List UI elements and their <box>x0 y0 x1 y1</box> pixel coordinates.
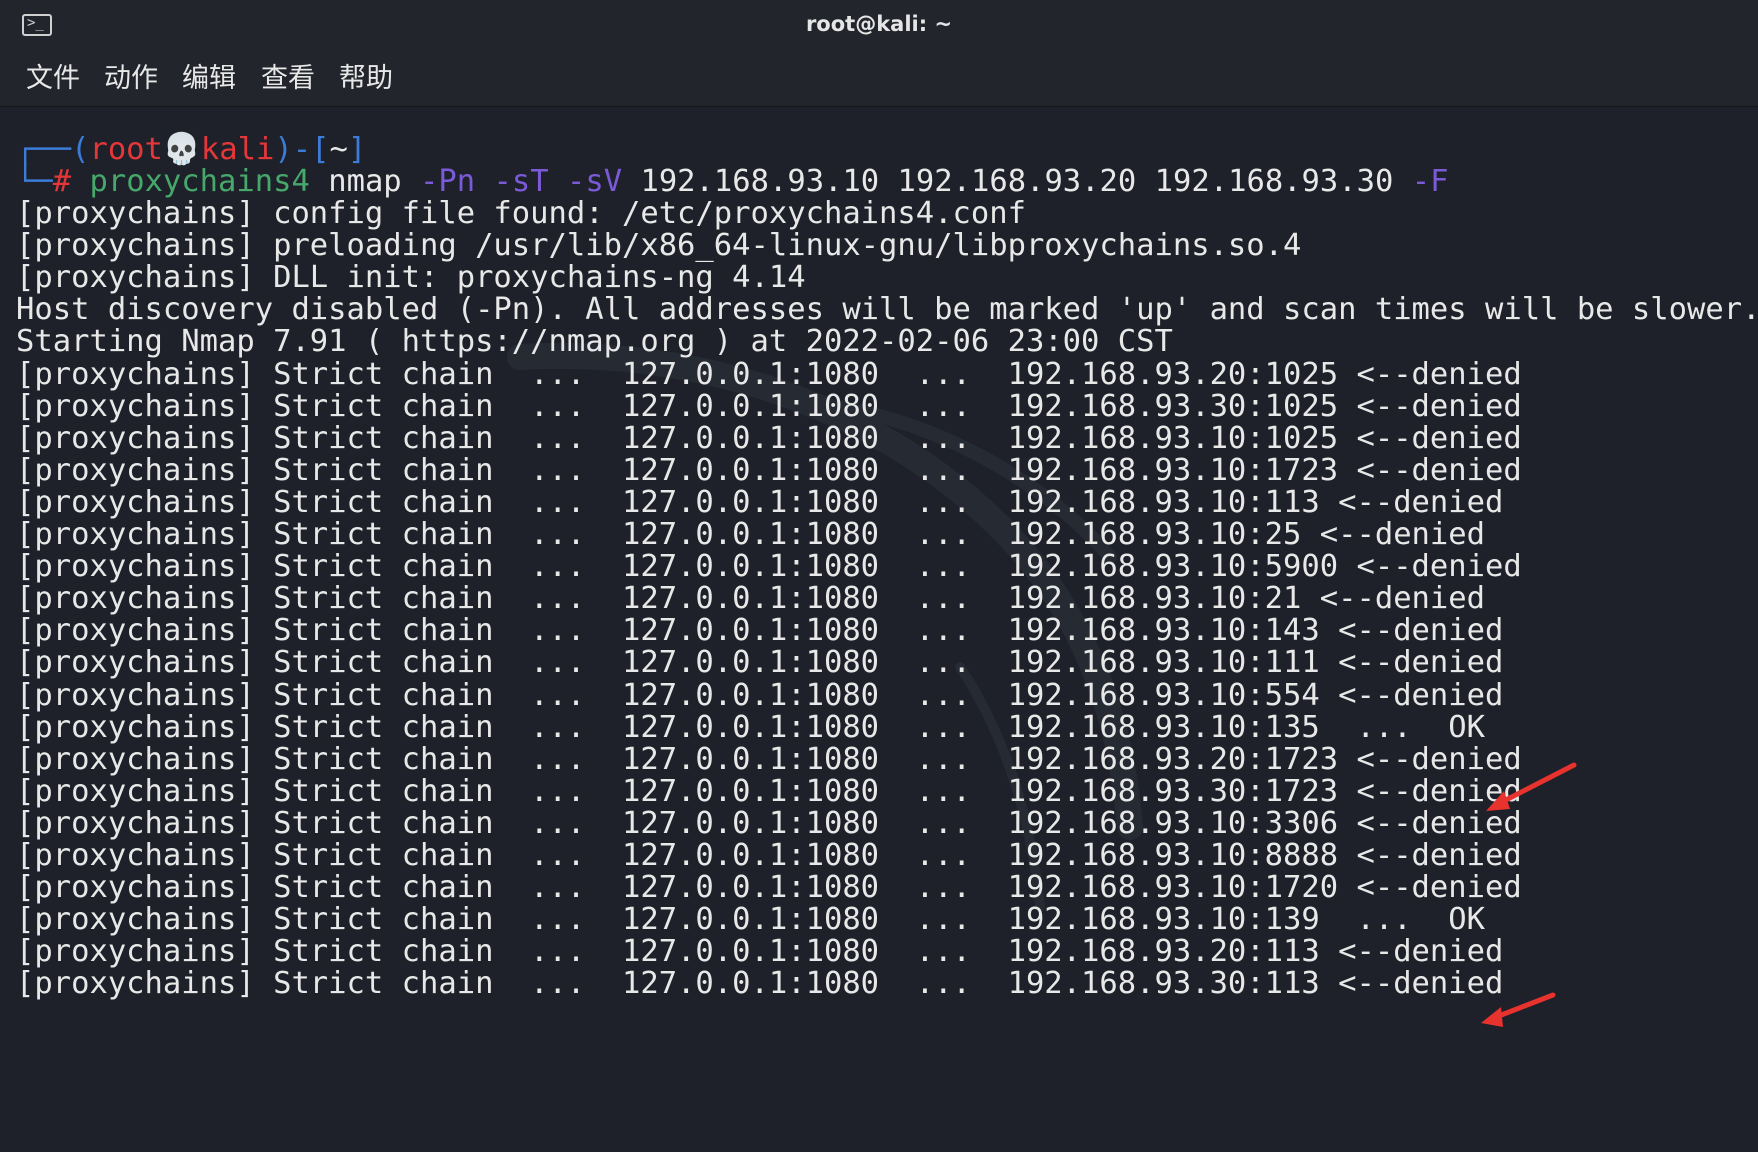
prompt-line-1: ┌──(root💀kali)-[~] <box>16 132 366 168</box>
prompt-line-2: └─# proxychains4 nmap -Pn -sT -sV 192.16… <box>16 164 1448 200</box>
output-line: [proxychains] Strict chain ... 127.0.0.1… <box>16 838 1522 873</box>
prompt-path-close: ] <box>347 132 367 167</box>
prompt-path: ~ <box>329 132 348 167</box>
output-line: [proxychains] Strict chain ... 127.0.0.1… <box>16 388 1522 424</box>
output-line: [proxychains] Strict chain ... 127.0.0.1… <box>16 934 1504 970</box>
command-target: 192.168.93.30 <box>1154 164 1394 199</box>
prompt-hash: # <box>52 164 72 199</box>
window-title: root@kali: ~ <box>805 12 953 36</box>
terminal-output-area[interactable]: ┌──(root💀kali)-[~] └─# proxychains4 nmap… <box>0 107 1758 1152</box>
output-line: [proxychains] Strict chain ... 127.0.0.1… <box>16 549 1522 585</box>
prompt-box-top: ┌──( <box>16 132 90 167</box>
prompt-user: root <box>89 132 163 167</box>
command-program: nmap <box>328 164 402 199</box>
output-line: [proxychains] Strict chain ... 127.0.0.1… <box>16 356 1522 392</box>
output-line: [proxychains] Strict chain ... 127.0.0.1… <box>16 870 1522 906</box>
title-bar[interactable]: >_ root@kali: ~ <box>0 0 1758 52</box>
prompt-path-open: )-[ <box>274 132 330 167</box>
output-line: [proxychains] Strict chain ... 127.0.0.1… <box>16 517 1486 552</box>
output-line: [proxychains] Strict chain ... 127.0.0.1… <box>16 902 1486 938</box>
command-arguments: -Pn -sT -sV 192.168.93.10 192.168.93.20 … <box>402 164 1449 199</box>
output-line: [proxychains] Strict chain ... 127.0.0.1… <box>16 613 1504 649</box>
output-line: Starting Nmap 7.91 ( https://nmap.org ) … <box>16 324 1173 360</box>
output-line: [proxychains] Strict chain ... 127.0.0.1… <box>16 805 1522 841</box>
output-line: [proxychains] config file found: /etc/pr… <box>16 196 1026 231</box>
menu-help[interactable]: 帮助 <box>337 60 395 98</box>
command-name: proxychains4 <box>89 164 310 199</box>
prompt-box-bottom: └─ <box>16 164 53 199</box>
output-line: Host discovery disabled (-Pn). All addre… <box>16 292 1758 328</box>
output-line: [proxychains] Strict chain ... 127.0.0.1… <box>16 452 1522 488</box>
output-line: [proxychains] preloading /usr/lib/x86_64… <box>16 228 1302 264</box>
output-line: [proxychains] Strict chain ... 127.0.0.1… <box>16 581 1486 617</box>
output-line: [proxychains] Strict chain ... 127.0.0.1… <box>16 773 1522 809</box>
output-line: [proxychains] Strict chain ... 127.0.0.1… <box>16 484 1504 520</box>
output-line: [proxychains] DLL init: proxychains-ng 4… <box>16 260 806 296</box>
menu-view[interactable]: 查看 <box>259 60 317 98</box>
terminal-window: >_ root@kali: ~ 文件 动作 编辑 查看 帮助 ┌──(root💀… <box>0 0 1758 1152</box>
output-line: [proxychains] Strict chain ... 127.0.0.1… <box>16 741 1522 777</box>
command-target: 192.168.93.10 <box>640 164 880 199</box>
menu-actions[interactable]: 动作 <box>102 60 160 98</box>
command-flag: -sT <box>493 164 549 199</box>
command-flag: -Pn <box>420 164 476 199</box>
output-line: [proxychains] Strict chain ... 127.0.0.1… <box>16 709 1486 745</box>
output-line: [proxychains] Strict chain ... 127.0.0.1… <box>16 645 1504 681</box>
menu-bar: 文件 动作 编辑 查看 帮助 <box>0 52 1758 107</box>
skull-icon: 💀 <box>162 132 201 167</box>
command-flag: -F <box>1411 164 1449 199</box>
menu-file[interactable]: 文件 <box>24 60 82 98</box>
output-line: [proxychains] Strict chain ... 127.0.0.1… <box>16 677 1504 713</box>
command-flag: -sV <box>566 164 623 199</box>
prompt-host: kali <box>200 132 275 167</box>
command-target: 192.168.93.20 <box>897 164 1137 199</box>
output-line: [proxychains] Strict chain ... 127.0.0.1… <box>16 966 1504 1002</box>
menu-edit[interactable]: 编辑 <box>180 60 238 98</box>
output-line: [proxychains] Strict chain ... 127.0.0.1… <box>16 420 1522 456</box>
